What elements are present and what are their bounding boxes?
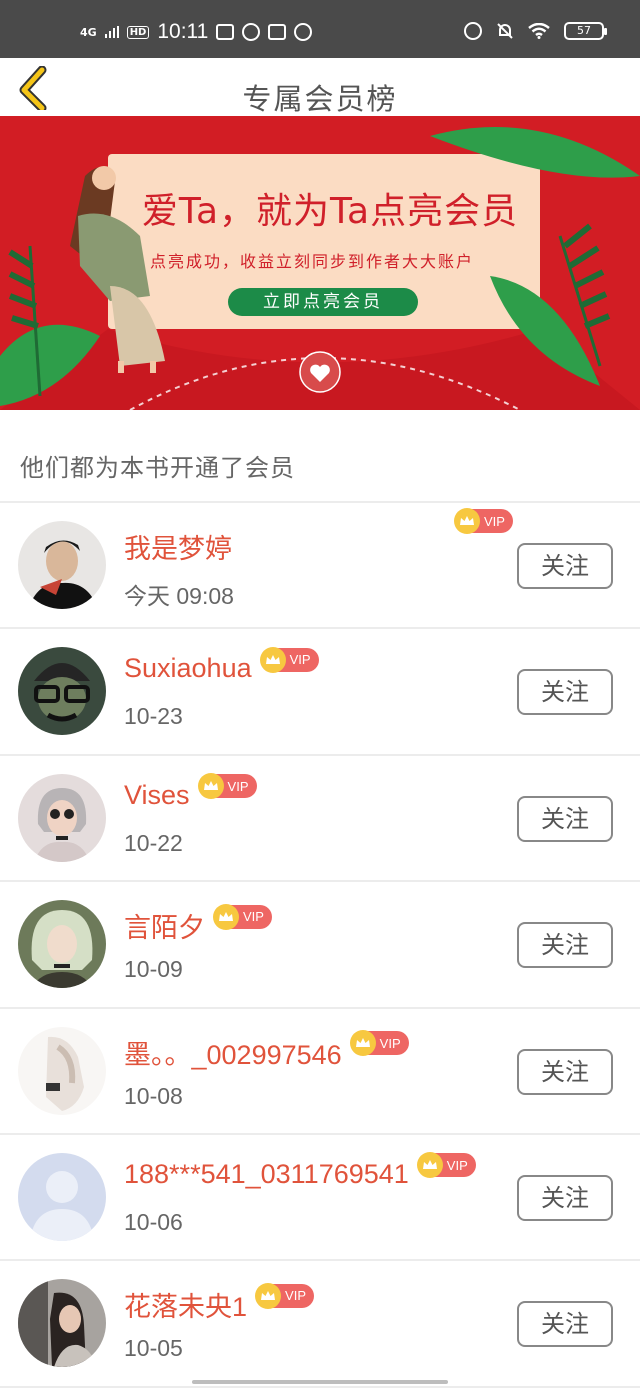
- crown-icon: [454, 508, 480, 534]
- follow-button[interactable]: 关注: [517, 1048, 613, 1095]
- follow-button[interactable]: 关注: [517, 922, 613, 969]
- follow-button[interactable]: 关注: [517, 669, 613, 716]
- vip-badge: VIP: [454, 508, 513, 534]
- member-date: 10-09: [124, 956, 183, 983]
- member-name[interactable]: 墨。。_002997546: [124, 1033, 342, 1072]
- banner-title: 爱Ta，就为Ta点亮会员: [141, 191, 519, 232]
- page-title: 专属会员榜: [242, 82, 398, 116]
- list-item[interactable]: 言陌夕 VIP 10-09 关注: [0, 882, 640, 1009]
- status-left: 4G HD 10:11: [80, 20, 313, 44]
- follow-button[interactable]: 关注: [517, 1174, 613, 1221]
- member-name-line: Suxiaohua VIP: [124, 646, 319, 684]
- battery-indicator: 57: [564, 22, 607, 40]
- member-name-line: Vises VIP: [124, 773, 257, 811]
- signal-icon: [104, 26, 119, 38]
- member-name[interactable]: 188***541_0311769541: [124, 1159, 409, 1190]
- crown-icon: [416, 1152, 443, 1179]
- crown-icon: [255, 1282, 282, 1309]
- network-indicator: 4G: [80, 25, 97, 39]
- vip-label: VIP: [484, 513, 505, 529]
- follow-button[interactable]: 关注: [517, 1301, 613, 1348]
- vip-badge: VIP: [197, 773, 257, 800]
- follow-button[interactable]: 关注: [517, 795, 613, 842]
- list-item[interactable]: 花落未央1 VIP 10-05 关注: [0, 1261, 640, 1388]
- member-name[interactable]: 花落未央1: [124, 1285, 247, 1324]
- calendar-icon: [268, 24, 287, 40]
- member-name-line: 花落未央1 VIP: [124, 1282, 314, 1324]
- promo-banner[interactable]: 爱Ta，就为Ta点亮会员 点亮成功，收益立刻同步到作者大大账户 立即点亮会员: [0, 116, 640, 410]
- member-name-line: 墨。。_002997546 VIP: [124, 1030, 409, 1072]
- list-item[interactable]: 188***541_0311769541 VIP 10-06 关注: [0, 1135, 640, 1262]
- avatar[interactable]: [18, 1152, 106, 1241]
- message-icon: [216, 24, 235, 40]
- vip-label: VIP: [227, 778, 249, 794]
- crown-icon: [213, 903, 239, 930]
- member-date: 10-06: [124, 1208, 183, 1235]
- banner-subtitle: 点亮成功，收益立刻同步到作者大大账户: [150, 252, 475, 271]
- compass-icon: [294, 23, 313, 41]
- avatar[interactable]: [18, 1026, 106, 1115]
- hd-indicator: HD: [126, 25, 150, 39]
- vip-label: VIP: [379, 1035, 401, 1051]
- avatar-image: [18, 647, 106, 736]
- avatar-image: [18, 1279, 106, 1368]
- member-name[interactable]: 我是梦婷: [124, 527, 232, 566]
- vip-badge: VIP: [213, 903, 272, 930]
- member-name[interactable]: Suxiaohua: [124, 653, 252, 684]
- avatar-image: [18, 1026, 106, 1115]
- vip-label: VIP: [243, 909, 264, 925]
- avatar[interactable]: [18, 521, 106, 609]
- avatar-image: [18, 773, 106, 862]
- list-item[interactable]: 墨。。_002997546 VIP 10-08 关注: [0, 1009, 640, 1135]
- avatar-image: [18, 900, 106, 989]
- crown-icon: [259, 646, 286, 673]
- avatar[interactable]: [18, 647, 106, 736]
- nav-bar: 专属会员榜: [0, 58, 640, 116]
- wifi-icon: [528, 23, 550, 39]
- avatar[interactable]: [18, 773, 106, 862]
- member-name[interactable]: Vises: [124, 780, 190, 811]
- member-date: 10-23: [124, 703, 183, 730]
- member-date: 10-08: [124, 1082, 183, 1109]
- default-avatar-icon: [18, 1152, 106, 1241]
- wechat-icon: [242, 23, 261, 41]
- member-list: 我是梦婷 VIP 今天 09:08 关注 Suxiaohua VIP 10-23…: [0, 503, 640, 1388]
- vip-label: VIP: [285, 1288, 306, 1304]
- alarm-icon: [464, 22, 482, 40]
- status-bar: 4G HD 10:11 57: [0, 0, 640, 58]
- vip-badge: VIP: [259, 646, 319, 673]
- vip-badge: VIP: [255, 1282, 314, 1309]
- light-up-vip-button[interactable]: 立即点亮会员: [228, 288, 418, 316]
- vip-label: VIP: [289, 652, 311, 668]
- status-right: 57: [464, 22, 607, 40]
- member-name-line: 言陌夕 VIP: [124, 903, 272, 945]
- member-date: 10-22: [124, 829, 183, 856]
- member-name-line: 我是梦婷: [124, 527, 232, 566]
- avatar-image: [18, 521, 106, 609]
- member-name[interactable]: 言陌夕: [124, 906, 205, 945]
- clock: 10:11: [157, 20, 209, 43]
- list-item[interactable]: Vises VIP 10-22 关注: [0, 756, 640, 883]
- member-date: 10-05: [124, 1335, 183, 1362]
- avatar[interactable]: [18, 900, 106, 989]
- member-name-line: 188***541_0311769541 VIP: [124, 1152, 476, 1190]
- list-item[interactable]: Suxiaohua VIP 10-23 关注: [0, 629, 640, 756]
- member-date: 今天 09:08: [124, 583, 234, 609]
- list-item[interactable]: 我是梦婷 VIP 今天 09:08 关注: [0, 503, 640, 630]
- follow-button[interactable]: 关注: [517, 543, 613, 589]
- vip-badge: VIP: [349, 1030, 409, 1057]
- avatar[interactable]: [18, 1279, 106, 1368]
- vip-label: VIP: [446, 1157, 468, 1173]
- crown-icon: [197, 773, 224, 800]
- home-indicator[interactable]: [192, 1380, 448, 1384]
- crown-icon: [349, 1030, 376, 1057]
- mute-icon: [497, 23, 513, 39]
- section-title: 他们都为本书开通了会员: [20, 454, 295, 482]
- vip-badge: VIP: [416, 1152, 476, 1179]
